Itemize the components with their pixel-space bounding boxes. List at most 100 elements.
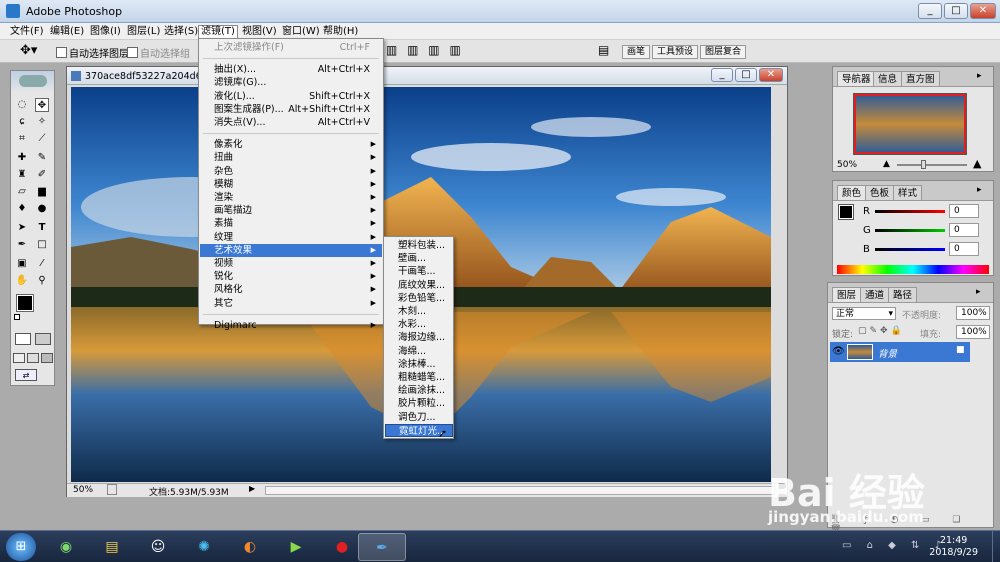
well-tab-layer-comps[interactable]: 图层复合 xyxy=(700,45,747,59)
menu-help[interactable]: 帮助(H) xyxy=(321,25,360,39)
filter-menu-item[interactable]: 像素化 ▶ xyxy=(200,138,382,151)
tab-info[interactable]: 信息 xyxy=(873,71,903,86)
horizontal-scrollbar[interactable] xyxy=(265,486,775,495)
notes-icon[interactable]: ▣ xyxy=(15,257,29,271)
filter-menu-item[interactable]: 锐化 ▶ xyxy=(200,270,382,283)
layer-row-background[interactable]: 👁 背景 ■ xyxy=(830,342,970,362)
r-slider[interactable] xyxy=(875,210,945,213)
b-slider[interactable] xyxy=(875,248,945,251)
color-spectrum-bar[interactable] xyxy=(837,265,989,274)
g-value-input[interactable]: 0 xyxy=(949,223,979,237)
move-tool-icon[interactable]: ✥ xyxy=(35,98,49,112)
opacity-input[interactable]: 100% xyxy=(956,306,990,320)
palette-menu-icon[interactable]: ▸ xyxy=(977,185,982,195)
zoom-out-icon[interactable]: ▲ xyxy=(883,159,890,169)
filter-menu-item[interactable]: 图案生成器(P)... Alt+Shift+Ctrl+X xyxy=(200,103,382,116)
close-button[interactable]: ✕ xyxy=(970,3,996,19)
taskbar-photoshop[interactable]: ✒ xyxy=(358,533,406,561)
brush-icon[interactable]: ✎ xyxy=(35,151,49,165)
filter-menu-item[interactable]: 纹理 ▶ xyxy=(200,231,382,244)
navigator-zoom[interactable]: 50% xyxy=(837,160,857,170)
healing-brush-icon[interactable]: ✚ xyxy=(15,151,29,165)
zoom-in-icon[interactable]: ▲ xyxy=(973,157,981,170)
filter-menu-item[interactable]: 渲染 ▶ xyxy=(200,191,382,204)
filter-menu-item[interactable]: 风格化 ▶ xyxy=(200,283,382,296)
filter-menu-item[interactable]: 滤镜库(G)... xyxy=(200,76,382,89)
crop-icon[interactable]: ⌗ xyxy=(15,132,29,146)
filter-menu-item[interactable]: 液化(L)... Shift+Ctrl+X xyxy=(200,90,382,103)
maximize-button[interactable]: □ xyxy=(944,3,968,19)
menu-image[interactable]: 图像(I) xyxy=(88,25,123,39)
taskbar-360-browser[interactable]: ◉ xyxy=(42,533,90,561)
artistic-submenu-item[interactable]: 木刻... xyxy=(385,305,453,318)
zoom-slider-thumb[interactable] xyxy=(921,160,926,169)
standard-mode-icon[interactable] xyxy=(15,333,31,345)
foreground-color-swatch[interactable] xyxy=(16,294,34,312)
menu-layer[interactable]: 图层(L) xyxy=(125,25,162,39)
fill-input[interactable]: 100% xyxy=(956,325,990,339)
fg-color-swatch[interactable] xyxy=(838,204,854,220)
r-value-input[interactable]: 0 xyxy=(949,204,979,218)
auto-select-group-checkbox[interactable]: 自动选择组 xyxy=(127,45,190,60)
taskbar-explorer[interactable]: ▤ xyxy=(88,533,136,561)
artistic-submenu-item[interactable]: 海报边缘... xyxy=(385,331,453,344)
well-tab-tool-presets[interactable]: 工具预设 xyxy=(652,45,699,59)
filter-menu-item[interactable]: 扭曲 ▶ xyxy=(200,151,382,164)
clock[interactable]: 21:49 2018/9/29 xyxy=(929,535,978,559)
menu-view[interactable]: 视图(V) xyxy=(240,25,279,39)
palette-well-icon[interactable]: ▤ xyxy=(598,43,609,57)
artistic-submenu-item[interactable]: 海绵... xyxy=(385,345,453,358)
blur-icon[interactable]: ♦ xyxy=(15,202,29,216)
tab-layers[interactable]: 图层 xyxy=(832,287,862,302)
palette-menu-icon[interactable]: ▸ xyxy=(977,71,982,81)
tab-paths[interactable]: 路径 xyxy=(888,287,918,302)
path-selection-icon[interactable]: ➤ xyxy=(15,221,29,235)
dodge-icon[interactable]: ● xyxy=(35,202,49,216)
zoom-icon[interactable]: ⚲ xyxy=(35,274,49,288)
slice-icon[interactable]: ⟋ xyxy=(35,132,49,146)
clone-stamp-icon[interactable]: ♜ xyxy=(15,168,29,182)
filter-menu-item[interactable]: 画笔描边 ▶ xyxy=(200,204,382,217)
artistic-submenu-item[interactable]: 调色刀... xyxy=(385,411,453,424)
lasso-icon[interactable]: ɕ xyxy=(15,115,29,129)
document-title-bar[interactable]: 370ace8df53227a204d64c _ □ ✕ xyxy=(67,67,787,85)
shape-icon[interactable]: □ xyxy=(35,238,49,252)
minimize-button[interactable]: _ xyxy=(918,3,942,19)
b-value-input[interactable]: 0 xyxy=(949,242,979,256)
artistic-submenu-item[interactable]: 涂抹棒... xyxy=(385,358,453,371)
zoom-slider[interactable] xyxy=(897,164,967,166)
hand-icon[interactable]: ✋ xyxy=(15,274,29,288)
taskbar-media[interactable]: ✺ xyxy=(180,533,228,561)
artistic-submenu-item[interactable]: 水彩... xyxy=(385,318,453,331)
history-brush-icon[interactable]: ✐ xyxy=(35,168,49,182)
default-colors-icon[interactable] xyxy=(14,314,20,320)
artistic-submenu-item[interactable]: 绘画涂抹... xyxy=(385,384,453,397)
start-button[interactable]: ⊞ xyxy=(6,533,36,561)
show-desktop-button[interactable] xyxy=(992,531,1000,562)
tab-histogram[interactable]: 直方图 xyxy=(901,71,940,86)
artistic-submenu-item[interactable]: 粗糙蜡笔... xyxy=(385,371,453,384)
menu-select[interactable]: 选择(S) xyxy=(162,25,200,39)
artistic-submenu-item[interactable]: 霓虹灯光... ➚ xyxy=(385,423,453,440)
filter-menu-item[interactable]: 上次滤镜操作(F) Ctrl+F xyxy=(200,41,382,54)
filter-menu-item[interactable]: 其它 ▶ xyxy=(200,297,382,310)
menu-filter[interactable]: 滤镜(T) xyxy=(198,25,238,39)
palette-menu-icon[interactable]: ▸ xyxy=(976,287,981,297)
eraser-icon[interactable]: ▱ xyxy=(15,185,29,199)
move-tool-preset-icon[interactable]: ✥▾ xyxy=(20,43,37,58)
distribute-icons[interactable]: ▥ ▥ ▥ ▥ xyxy=(386,43,464,57)
taskbar-qq[interactable]: ☺ xyxy=(134,533,182,561)
taskbar-app[interactable]: ▶ xyxy=(272,533,320,561)
zoom-level[interactable]: 50% xyxy=(73,485,93,495)
artistic-submenu-item[interactable]: 塑料包装... xyxy=(385,239,453,252)
screen-mode-full-icon[interactable] xyxy=(41,353,53,363)
type-icon[interactable]: T xyxy=(35,221,49,235)
auto-select-layer-checkbox[interactable]: 自动选择图层 xyxy=(56,45,129,60)
doc-close-button[interactable]: ✕ xyxy=(759,68,783,82)
doc-maximize-button[interactable]: □ xyxy=(735,68,757,82)
filter-menu-item[interactable]: 消失点(V)... Alt+Ctrl+V xyxy=(200,116,382,129)
pen-icon[interactable]: ✒ xyxy=(15,238,29,252)
taskbar-firefox[interactable]: ◐ xyxy=(226,533,274,561)
lock-icons[interactable]: ▢✎✥🔒 xyxy=(858,326,905,336)
artistic-submenu-item[interactable]: 干画笔... xyxy=(385,265,453,278)
